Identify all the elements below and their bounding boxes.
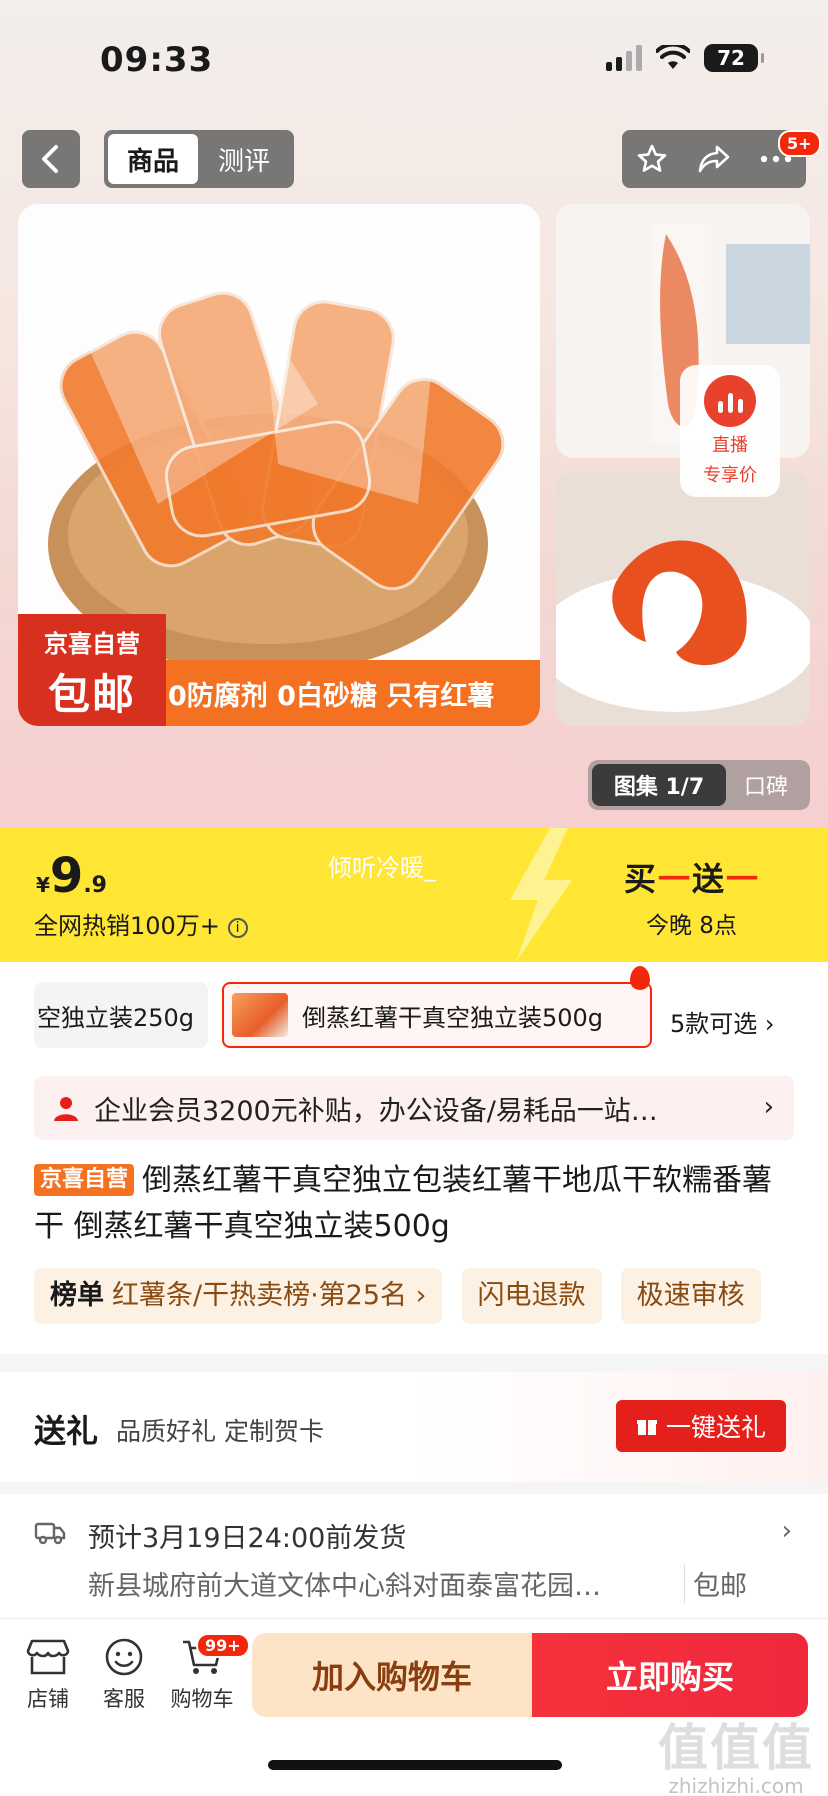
reputation-tab[interactable]: 口碑 — [726, 769, 806, 801]
tab-switcher: 商品 测评 — [104, 130, 294, 188]
cart-count-badge: 99+ — [196, 1633, 250, 1658]
service-icon — [105, 1638, 143, 1676]
back-button[interactable] — [22, 130, 80, 188]
refund-chip[interactable]: 闪电退款 — [461, 1268, 602, 1324]
promo-brand: 京喜自营 — [44, 630, 140, 658]
free-shipping-label: 包邮 — [684, 1564, 747, 1603]
price-banner: ¥ 9 .9 全网热销100万+ i 倾听冷暖_ 买一送一 今晚 8点 — [0, 828, 828, 962]
live-icon — [704, 375, 756, 427]
self-operated-tag: 京喜自营 — [34, 1164, 135, 1196]
truck-icon — [34, 1522, 66, 1545]
add-to-cart-button[interactable]: 加入购物车 — [252, 1633, 532, 1717]
wifi-icon — [656, 45, 690, 69]
bogo-dash-1: 一 — [658, 860, 693, 898]
price-integer: 9 — [49, 848, 84, 904]
home-indicator — [268, 1760, 562, 1770]
gift-icon — [636, 1420, 657, 1435]
store-icon — [26, 1639, 70, 1675]
gallery-switcher: 图集 1/7 口碑 — [588, 760, 810, 810]
chevron-right-icon: › — [764, 1010, 775, 1038]
sku-thumbnail — [232, 993, 288, 1037]
sku-option[interactable]: 空独立装250g — [34, 982, 208, 1048]
site-watermark: 值值值 zhizhizhi.com — [658, 1708, 814, 1796]
message-badge: 5+ — [778, 130, 821, 157]
sku-more-label: 5款可选 — [670, 1010, 758, 1038]
service-chips: 榜单 红薯条/干热卖榜·第25名 › 闪电退款 极速审核 — [34, 1268, 828, 1324]
gift-title: 送礼 — [34, 1412, 99, 1450]
status-time: 09:33 — [100, 40, 214, 80]
plated-potato-illustration — [556, 472, 810, 726]
thumbnail-image-2[interactable] — [556, 472, 810, 726]
live-price-label: 专享价 — [703, 465, 757, 486]
customer-service-button[interactable]: 客服 — [92, 1637, 156, 1713]
lightning-icon — [510, 828, 572, 962]
hot-sales-text: 全网热销100万+ — [34, 912, 220, 940]
cart-label: 购物车 — [170, 1687, 234, 1711]
tab-product[interactable]: 商品 — [108, 134, 198, 184]
shipping-address: 新县城府前大道文体中心斜对面泰富花园… — [88, 1571, 601, 1602]
chevron-right-icon: › — [763, 1092, 774, 1122]
price-currency: ¥ — [36, 873, 50, 897]
gift-section: 送礼 品质好礼 定制贺卡 一键送礼 — [0, 1372, 828, 1482]
sku-more-options[interactable]: 5款可选 › — [670, 1004, 775, 1039]
live-price-card[interactable]: 直播 专享价 — [680, 365, 780, 497]
status-icons: 72 — [606, 44, 764, 72]
promo-badge-shipping: 京喜自营 包邮 — [18, 614, 166, 726]
store-label: 店铺 — [27, 1687, 69, 1711]
live-label: 直播 — [712, 435, 748, 456]
shipping-section[interactable]: 预计3月19日24:00前发货 新县城府前大道文体中心斜对面泰富花园… 包邮 › — [0, 1494, 828, 1618]
info-icon[interactable]: i — [227, 918, 248, 938]
live-nickname: 倾听冷暖_ — [328, 854, 436, 882]
store-button[interactable]: 店铺 — [16, 1637, 80, 1713]
enterprise-banner-text: 企业会员3200元补贴，办公设备/易耗品一站… — [94, 1095, 658, 1127]
promo-free-shipping: 包邮 — [47, 670, 136, 719]
user-icon — [54, 1097, 78, 1121]
divider — [0, 1482, 828, 1494]
price-decimal: .9 — [83, 873, 107, 898]
shipping-estimate: 预计3月19日24:00前发货 — [88, 1523, 407, 1554]
rank-text: 红薯条/干热卖榜·第25名 — [112, 1280, 408, 1311]
send-gift-label: 一键送礼 — [665, 1413, 766, 1442]
service-label: 客服 — [103, 1687, 145, 1711]
sku-selected-label: 倒蒸红薯干真空独立装500g — [302, 1003, 604, 1032]
chevron-left-icon — [42, 145, 58, 173]
sku-option-selected[interactable]: 倒蒸红薯干真空独立装500g — [222, 982, 652, 1048]
product-title-text: 倒蒸红薯干真空独立包装红薯干地瓜干软糯番薯干 倒蒸红薯干真空独立装500g — [34, 1163, 773, 1244]
watermark-site: zhizhizhi.com — [668, 1774, 804, 1796]
bogo-get: 送 — [692, 860, 727, 898]
bogo-dash-2: 一 — [726, 860, 761, 898]
signal-icon — [606, 45, 642, 71]
send-gift-button[interactable]: 一键送礼 — [616, 1400, 786, 1452]
flame-icon — [630, 966, 650, 990]
promo-slogan: 0防腐剂 0白砂糖 只有红薯 — [166, 660, 540, 726]
rank-label: 榜单 — [50, 1280, 104, 1311]
price: ¥ 9 .9 — [36, 848, 107, 904]
divider — [0, 1354, 828, 1372]
product-title: 京喜自营 倒蒸红薯干真空独立包装红薯干地瓜干软糯番薯干 倒蒸红薯干真空独立装500… — [34, 1158, 794, 1250]
sku-selector: 空独立装250g 倒蒸红薯干真空独立装500g 5款可选 › — [0, 962, 828, 1084]
star-icon[interactable] — [636, 143, 668, 175]
gift-subtitle: 品质好礼 定制贺卡 — [116, 1417, 324, 1446]
gallery-tab[interactable]: 图集 1/7 — [592, 764, 726, 806]
chevron-right-icon: › — [781, 1516, 792, 1546]
event-time: 今晚 8点 — [646, 913, 737, 939]
rank-chip[interactable]: 榜单 红薯条/干热卖榜·第25名 › — [34, 1268, 443, 1324]
battery-indicator: 72 — [704, 44, 764, 72]
hot-sales: 全网热销100万+ i — [34, 906, 248, 941]
fast-review-chip[interactable]: 极速审核 — [620, 1268, 761, 1324]
share-icon[interactable] — [697, 144, 731, 174]
tab-review[interactable]: 测评 — [198, 141, 290, 178]
buy-now-button[interactable]: 立即购买 — [532, 1633, 808, 1717]
buy-one-get-one: 买一送一 — [624, 854, 760, 900]
bogo-buy: 买 — [624, 860, 659, 898]
enterprise-banner[interactable]: 企业会员3200元补贴，办公设备/易耗品一站… › — [34, 1076, 794, 1140]
watermark-logo: 值值值 — [658, 1719, 814, 1777]
